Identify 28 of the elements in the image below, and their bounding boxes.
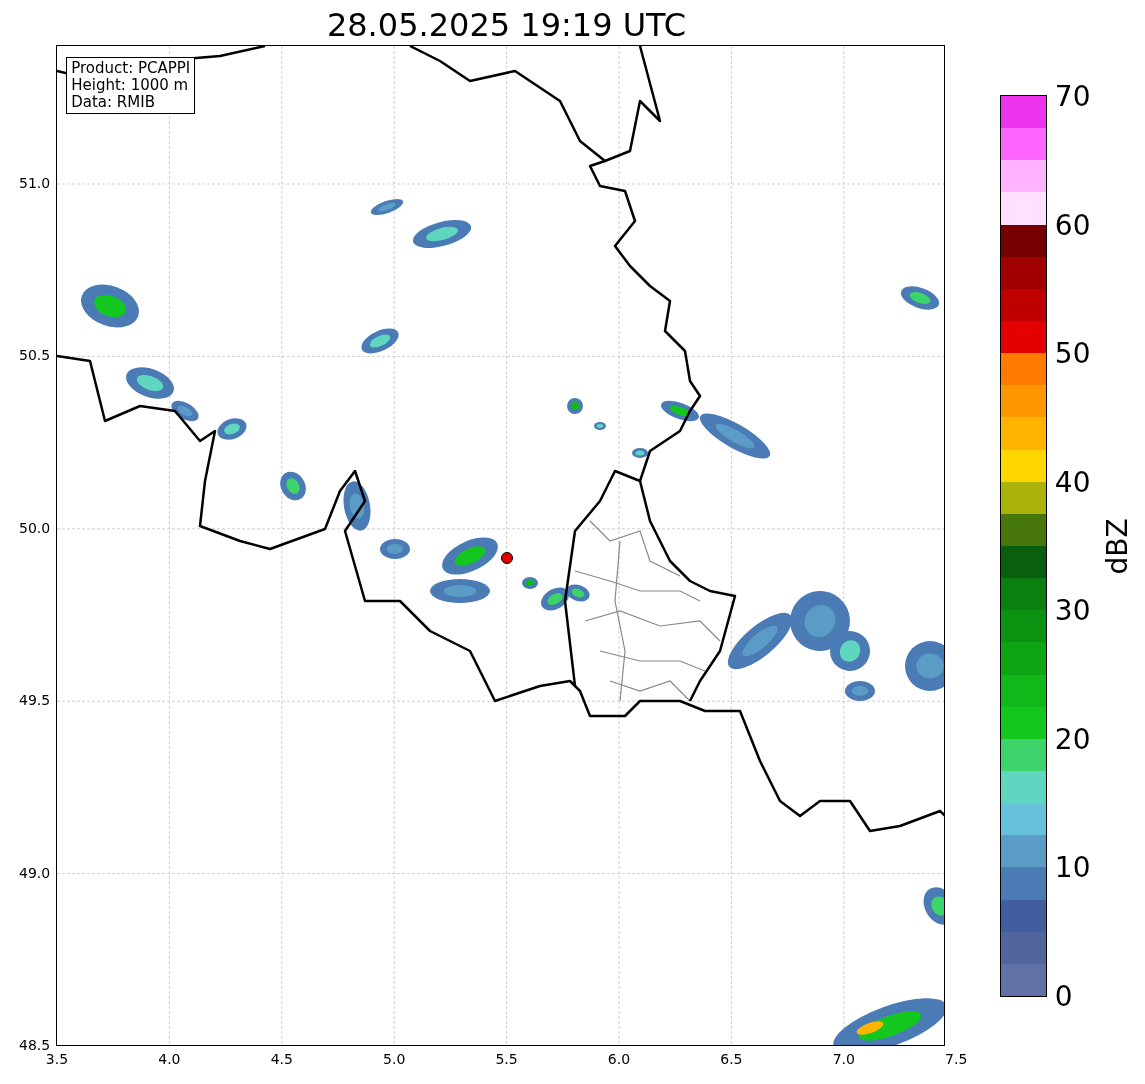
x-axis-label: 5.5 xyxy=(495,1051,518,1067)
colorbar-label: 10 xyxy=(1054,850,1091,884)
y-axis-label: 51.0 xyxy=(19,175,51,191)
colorbar-label: 30 xyxy=(1054,593,1091,627)
x-axis-label: 7.5 xyxy=(945,1051,968,1067)
colorbar-unit: dBZ xyxy=(1100,517,1134,575)
x-axis-label: 6.0 xyxy=(607,1051,631,1067)
chart-title: 28.05.2025 19:19 UTC xyxy=(326,5,687,45)
x-axis-label: 4.5 xyxy=(270,1051,293,1067)
y-axis-label: 50.0 xyxy=(19,519,51,536)
info-text: Product: PCAPPI xyxy=(71,60,191,77)
colorbar-label: 50 xyxy=(1054,336,1091,370)
colorbar-label: 0 xyxy=(1054,979,1073,1013)
info-text: Height: 1000 m xyxy=(71,77,190,94)
colorbar-label: 40 xyxy=(1054,465,1091,499)
y-axis-label: 50.5 xyxy=(19,347,51,364)
x-axis-label: 4.0 xyxy=(158,1051,181,1067)
x-axis-label: 5.0 xyxy=(383,1051,406,1067)
colorbar-label: 70 xyxy=(1054,79,1091,113)
colorbar-label: 60 xyxy=(1054,208,1091,242)
info-text: Data: RMIB xyxy=(71,94,156,111)
x-axis-label: 7.0 xyxy=(832,1051,855,1067)
y-axis-label: 48.5 xyxy=(19,1037,51,1053)
colorbar-label: 20 xyxy=(1054,722,1091,756)
x-axis-label: 6.5 xyxy=(720,1051,743,1067)
x-axis-label: 3.5 xyxy=(45,1051,69,1067)
y-axis-label: 49.5 xyxy=(19,692,51,709)
y-axis-label: 49.0 xyxy=(19,864,51,881)
